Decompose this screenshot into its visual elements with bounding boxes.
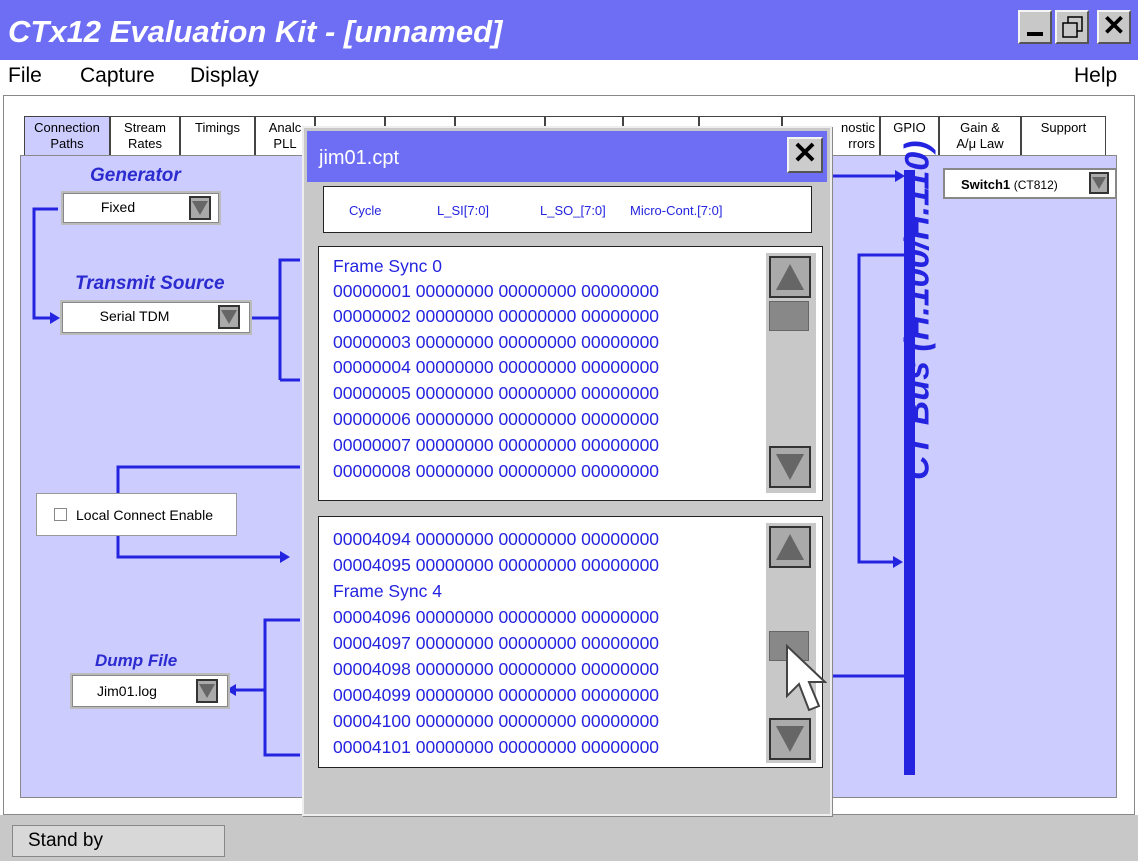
arrow-up-icon <box>776 534 804 560</box>
chevron-down-icon[interactable] <box>189 196 211 220</box>
close-icon: ✕ <box>792 137 818 170</box>
list-item: 00004094 00000000 00000000 00000000 <box>333 529 660 549</box>
chevron-down-icon[interactable] <box>218 305 240 329</box>
arrow-down-icon <box>776 726 804 752</box>
list-item: 00000004 00000000 00000000 00000000 <box>333 357 660 377</box>
column-header: Cycle L_SI[7:0] L_SO_[7:0] Micro-Cont.[7… <box>323 186 812 233</box>
dialog-title-bar: jim01.cpt ✕ <box>307 131 827 182</box>
list-item: 00000002 00000000 00000000 00000000 <box>333 306 660 326</box>
dump-file-value: Jim01.log <box>97 683 157 699</box>
list-item: 00000003 00000000 00000000 00000000 <box>333 332 660 352</box>
list-item: 00000007 00000000 00000000 00000000 <box>333 435 660 455</box>
switch-value: Switch1 (CT812) <box>961 177 1058 192</box>
scroll-up-button[interactable] <box>769 526 811 568</box>
list-item: Frame Sync 4 <box>333 581 442 601</box>
chevron-down-icon[interactable] <box>1089 172 1109 194</box>
dump-file-label: Dump File <box>95 651 178 670</box>
column-micro-cont: Micro-Cont.[7:0] <box>630 203 723 218</box>
capture-pane-bottom[interactable]: 00004094 00000000 00000000 00000000 0000… <box>318 516 823 768</box>
scrollbar[interactable] <box>766 523 816 763</box>
scrollbar[interactable] <box>766 253 816 493</box>
dump-file-dropdown[interactable]: Jim01.log <box>70 673 230 709</box>
column-cycle: Cycle <box>349 203 382 218</box>
chevron-down-icon[interactable] <box>196 679 218 703</box>
list-item: 00000005 00000000 00000000 00000000 <box>333 383 660 403</box>
checkbox[interactable] <box>54 508 67 521</box>
list-item: 00004095 00000000 00000000 00000000 <box>333 555 660 575</box>
list-item: 00000008 00000000 00000000 00000000 <box>333 461 660 481</box>
list-item: 00000001 00000000 00000000 00000000 <box>333 281 660 301</box>
local-connect-label: Local Connect Enable <box>76 507 213 523</box>
column-l-si: L_SI[7:0] <box>437 203 490 218</box>
transmit-source-value: Serial TDM <box>99 308 170 324</box>
list-item: 00000006 00000000 00000000 00000000 <box>333 409 660 429</box>
capture-pane-top[interactable]: Frame Sync 0 00000001 00000000 00000000 … <box>318 246 823 501</box>
arrow-down-icon <box>776 454 804 480</box>
list-item: 00004097 00000000 00000000 00000000 <box>333 633 660 653</box>
arrow-up-icon <box>776 264 804 290</box>
list-item: 00004098 00000000 00000000 00000000 <box>333 659 660 679</box>
dialog-title: jim01.cpt <box>319 147 400 169</box>
list-item: 00004101 00000000 00000000 00000000 <box>333 737 660 757</box>
list-item: 00004100 00000000 00000000 00000000 <box>333 711 660 731</box>
status-bar: Stand by <box>0 815 1138 861</box>
generator-label: Generator <box>90 165 181 186</box>
transmit-source-label: Transmit Source <box>75 273 225 294</box>
dialog-close-button[interactable]: ✕ <box>787 137 823 173</box>
scroll-down-button[interactable] <box>769 718 811 760</box>
list-item: 00004096 00000000 00000000 00000000 <box>333 607 660 627</box>
status-text: Stand by <box>12 825 225 857</box>
switch-dropdown[interactable]: Switch1 (CT812) <box>943 168 1117 199</box>
scroll-down-button[interactable] <box>769 446 811 488</box>
scroll-up-button[interactable] <box>769 256 811 298</box>
generator-value: Fixed <box>100 199 136 215</box>
generator-dropdown[interactable]: Fixed <box>61 191 221 225</box>
scroll-thumb[interactable] <box>769 301 809 331</box>
column-l-so: L_SO_[7:0] <box>540 203 606 218</box>
ct-bus-label: CT Bus (H.100/H.110) <box>898 140 937 480</box>
mouse-cursor-icon <box>786 644 827 712</box>
list-item: 00004099 00000000 00000000 00000000 <box>333 685 660 705</box>
list-item: Frame Sync 0 <box>333 256 442 276</box>
transmit-source-dropdown[interactable]: Serial TDM <box>60 300 252 335</box>
capture-dialog: jim01.cpt ✕ Cycle L_SI[7:0] L_SO_[7:0] M… <box>302 126 832 816</box>
local-connect-enable[interactable]: Local Connect Enable <box>36 493 237 536</box>
